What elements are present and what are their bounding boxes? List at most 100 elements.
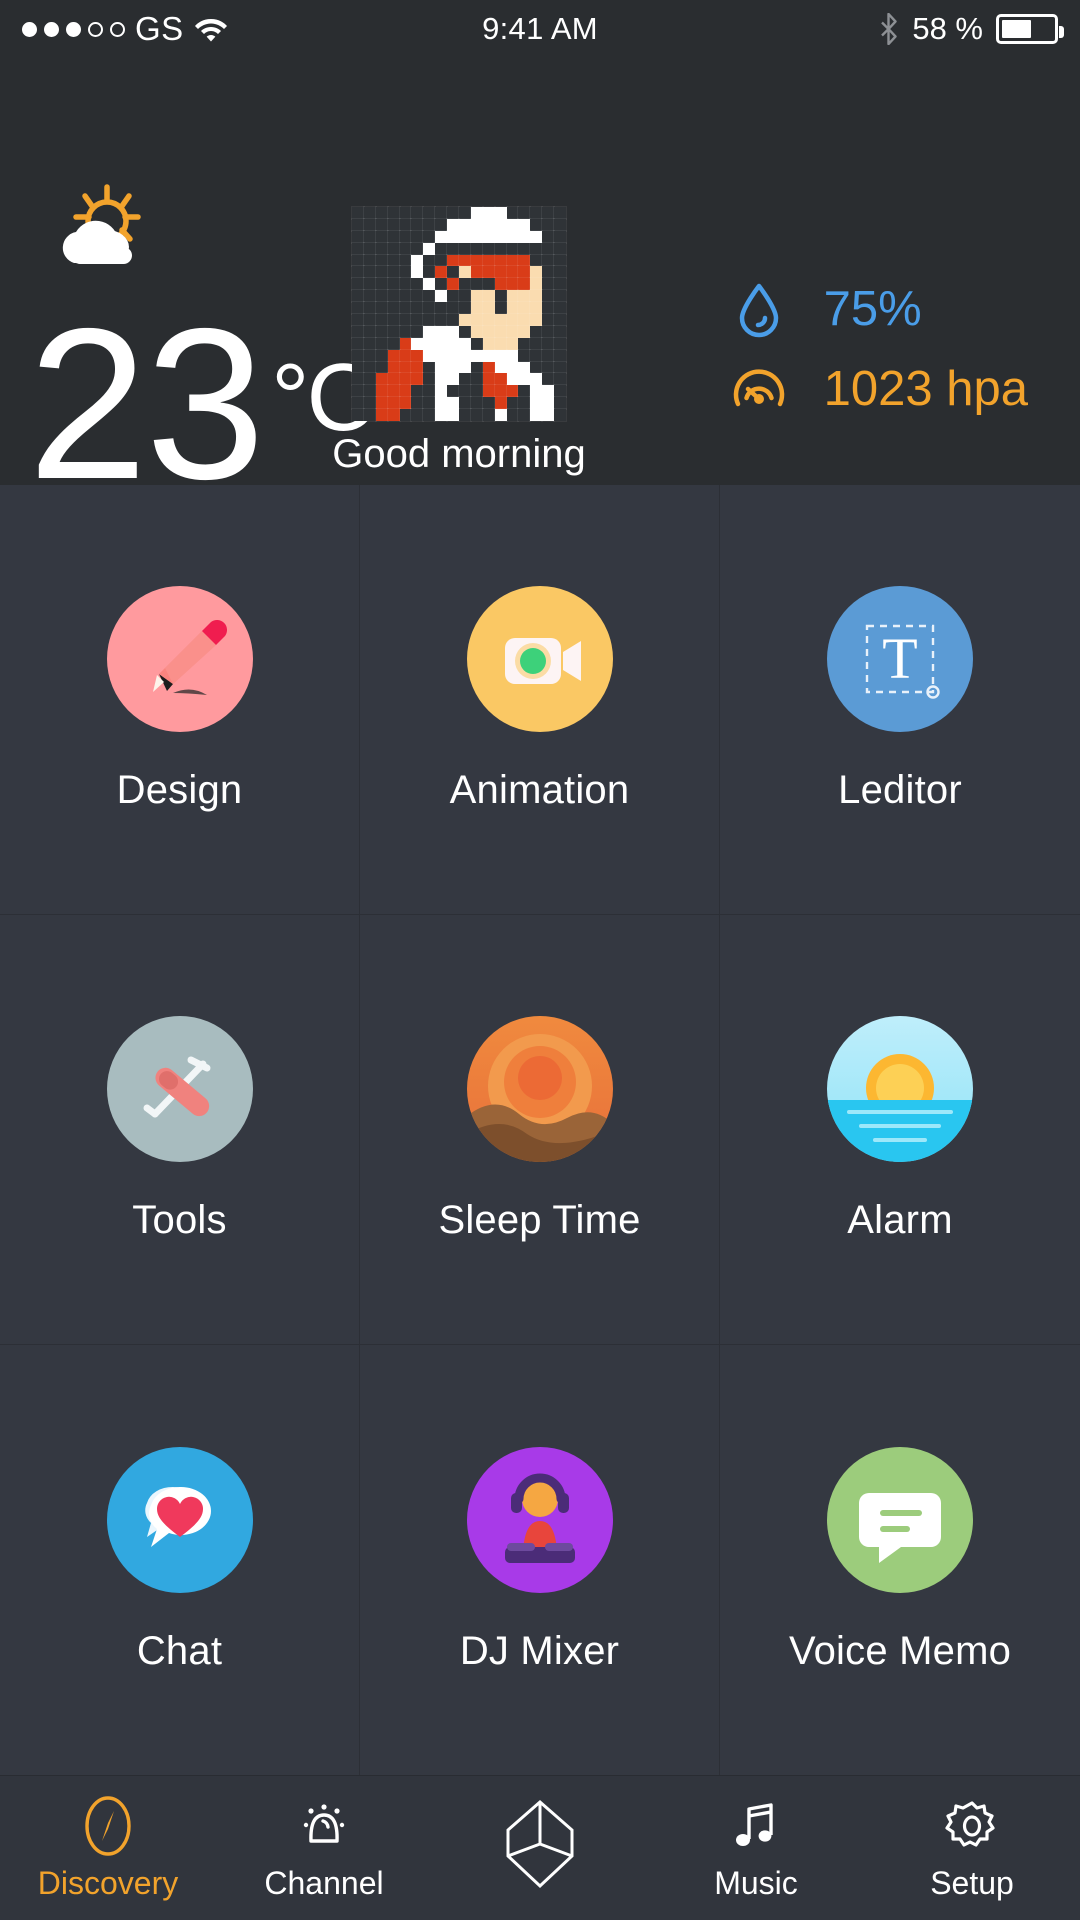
battery-percent-label: 58 % (912, 11, 983, 46)
avatar-pixel (434, 336, 449, 351)
avatar-pixel (386, 348, 401, 363)
avatar-pixel (553, 206, 567, 220)
avatar-pixel (493, 217, 508, 232)
weather-panel[interactable]: 23 °C Good morning 75% 1023 hpa (0, 58, 1080, 511)
avatar-pixel (553, 277, 567, 292)
avatar-pixel (529, 289, 544, 304)
app-tile-leditor[interactable]: T Leditor (720, 485, 1080, 915)
avatar-pixel (422, 372, 437, 387)
avatar-pixel (410, 241, 425, 256)
app-tile-tools[interactable]: Tools (0, 915, 360, 1345)
avatar-pixel (422, 206, 437, 220)
avatar-pixel (446, 360, 460, 375)
avatar-pixel (446, 253, 460, 268)
avatar-pixel (505, 396, 520, 411)
avatar-pixel (458, 313, 472, 327)
app-label: Voice Memo (788, 1628, 1012, 1673)
avatar-pixel (529, 396, 544, 411)
avatar-pixel (351, 336, 365, 351)
avatar-pixel (517, 324, 532, 339)
avatar-pixel (351, 277, 365, 292)
avatar-pixel (351, 253, 365, 268)
avatar-pixel (553, 229, 567, 244)
avatar-pixel (458, 301, 472, 315)
avatar-pixel (469, 206, 484, 220)
avatar-pixel (505, 408, 520, 422)
avatar-pixel (541, 360, 556, 375)
avatar-pixel (517, 277, 532, 292)
avatar-pixel (505, 229, 520, 244)
avatar-pixel (362, 253, 377, 268)
app-tile-voice-memo[interactable]: Voice Memo (720, 1345, 1080, 1775)
avatar-pixel (481, 372, 496, 387)
tab-channel[interactable]: Channel (216, 1776, 432, 1920)
pencil-icon (106, 586, 253, 732)
avatar-pixel (493, 313, 508, 327)
avatar-pixel (398, 253, 413, 268)
app-tile-design[interactable]: Design (0, 485, 360, 915)
avatar-pixel (410, 348, 425, 363)
avatar-pixel (458, 372, 472, 387)
avatar-pixel (493, 396, 508, 411)
sun-behind-cloud-icon (52, 183, 157, 273)
wifi-icon (194, 16, 228, 42)
avatar-pixel (351, 372, 365, 387)
avatar-pixel (386, 206, 401, 220)
app-tile-sleep-time[interactable]: Sleep Time (360, 915, 720, 1345)
avatar-pixel (410, 408, 425, 422)
app-tile-animation[interactable]: Animation (360, 485, 720, 915)
app-tile-dj-mixer[interactable]: DJ Mixer (360, 1345, 720, 1775)
avatar-pixel (505, 206, 520, 220)
app-label: Chat (136, 1628, 223, 1673)
avatar-pixel (351, 229, 365, 244)
status-bar-left: GS (22, 10, 228, 48)
avatar-pixel (422, 313, 437, 327)
avatar-pixel (362, 241, 377, 256)
avatar-pixel (446, 206, 460, 220)
avatar-pixel (541, 301, 556, 315)
avatar-pixel (374, 384, 389, 399)
avatar-pixel (493, 277, 508, 292)
tab-music[interactable]: Music (648, 1776, 864, 1920)
temperature-value: 23 (28, 283, 265, 524)
avatar-pixel (434, 253, 449, 268)
avatar-pixel (434, 301, 449, 315)
avatar-pixel (469, 336, 484, 351)
status-bar-right: 58 % (879, 11, 1064, 47)
avatar-pixel (422, 241, 437, 256)
pixel-art-avatar[interactable] (351, 206, 567, 422)
avatar-pixel (362, 384, 377, 399)
avatar-pixel (386, 217, 401, 232)
avatar-pixel (458, 217, 472, 232)
avatar-pixel (362, 336, 377, 351)
avatar-pixel (374, 313, 389, 327)
avatar-pixel (386, 336, 401, 351)
avatar-pixel (374, 408, 389, 422)
app-label: Leditor (838, 768, 962, 812)
avatar-pixel (541, 265, 556, 280)
tab-discovery[interactable]: Discovery (0, 1776, 216, 1920)
avatar-pixel (434, 206, 449, 220)
avatar-pixel (469, 253, 484, 268)
avatar-pixel (541, 229, 556, 244)
avatar-pixel (469, 372, 484, 387)
avatar-pixel (505, 313, 520, 327)
avatar-pixel (351, 360, 365, 375)
tab-cube[interactable] (432, 1776, 648, 1920)
avatar-pixel (351, 241, 365, 256)
avatar-pixel (362, 277, 377, 292)
avatar-pixel (386, 277, 401, 292)
avatar-pixel (469, 408, 484, 422)
avatar-pixel (541, 372, 556, 387)
tab-setup[interactable]: Setup (864, 1776, 1080, 1920)
avatar-pixel (446, 408, 460, 422)
avatar-pixel (481, 289, 496, 304)
avatar-pixel (458, 408, 472, 422)
app-tile-chat[interactable]: Chat (0, 1345, 360, 1775)
avatar-pixel (529, 408, 544, 422)
avatar-pixel (529, 313, 544, 327)
app-tile-alarm[interactable]: Alarm (720, 915, 1080, 1345)
avatar-pixel (434, 372, 449, 387)
avatar-pixel (386, 372, 401, 387)
avatar-pixel (553, 408, 567, 422)
